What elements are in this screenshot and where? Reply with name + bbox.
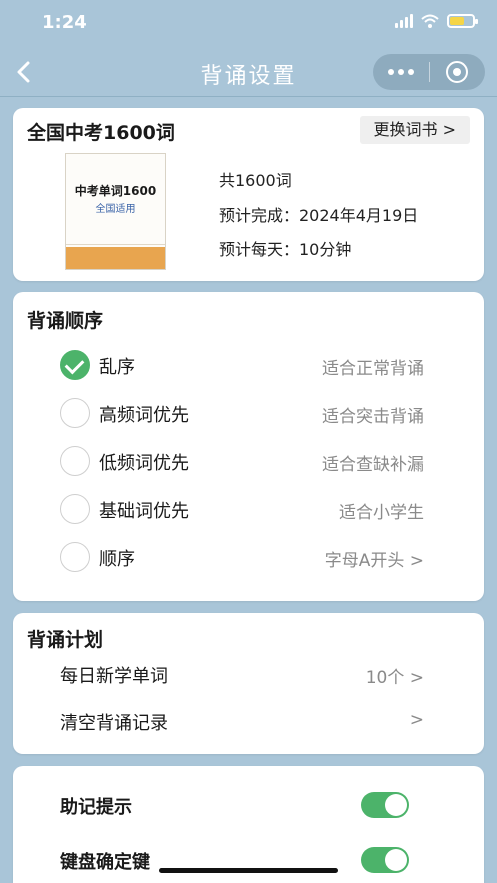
enter-key-label: 键盘确定键 <box>60 852 150 873</box>
option-label: 顺序 <box>99 549 135 570</box>
order-card: 背诵顺序 乱序 适合正常背诵 高频词优先 适合突击背诵 低频词优先 适合查缺补漏… <box>13 292 484 601</box>
toggle-card: 助记提示 键盘确定键 <box>13 766 484 883</box>
mnemonic-row: 助记提示 <box>13 788 484 824</box>
more-icon[interactable] <box>373 69 429 75</box>
enter-key-row: 键盘确定键 <box>13 843 484 879</box>
option-label: 低频词优先 <box>99 453 189 474</box>
mnemonic-label: 助记提示 <box>60 797 132 818</box>
cover-line <box>66 244 165 245</box>
book-finish-date: 预计完成：2024年4月19日 <box>219 206 419 225</box>
battery-icon <box>447 14 478 28</box>
option-random[interactable]: 乱序 适合正常背诵 <box>13 345 484 385</box>
daily-new-words-value: 10个 > <box>365 668 424 688</box>
clear-records-row[interactable]: 清空背诵记录 > <box>13 703 484 739</box>
toggle-knob <box>385 794 407 816</box>
option-desc: 适合查缺补漏 <box>322 455 424 475</box>
nav-bar: 背诵设置 <box>0 48 497 96</box>
option-desc: 适合小学生 <box>339 503 424 523</box>
option-high-frequency[interactable]: 高频词优先 适合突击背诵 <box>13 393 484 433</box>
nav-divider <box>0 96 497 97</box>
cover-band <box>66 247 165 269</box>
status-time: 1:24 <box>42 12 87 33</box>
book-cover: 中考单词1600 全国适用 <box>65 153 166 270</box>
option-low-frequency[interactable]: 低频词优先 适合查缺补漏 <box>13 441 484 481</box>
change-book-button[interactable]: 更换词书 > <box>359 116 470 144</box>
option-desc: 适合正常背诵 <box>322 359 424 379</box>
close-target-icon[interactable] <box>429 61 485 83</box>
cover-title: 中考单词1600 <box>74 184 157 198</box>
clear-records-label: 清空背诵记录 <box>60 713 168 734</box>
plan-title: 背诵计划 <box>27 629 104 651</box>
toggle-knob <box>385 849 407 871</box>
signal-icon <box>395 14 413 28</box>
chevron-right-icon: > <box>409 710 424 730</box>
radio-icon[interactable] <box>60 398 90 428</box>
book-card: 全国中考1600词 更换词书 > 中考单词1600 全国适用 共1600词 预计… <box>13 108 484 281</box>
option-label: 基础词优先 <box>99 501 189 522</box>
option-sequential[interactable]: 顺序 字母A开头 > <box>13 537 484 577</box>
cover-subtitle: 全国适用 <box>95 204 136 215</box>
enter-key-toggle[interactable] <box>361 847 409 873</box>
home-indicator[interactable] <box>159 868 338 873</box>
order-title: 背诵顺序 <box>27 310 104 332</box>
option-desc: 适合突击背诵 <box>322 407 424 427</box>
option-desc[interactable]: 字母A开头 > <box>325 546 424 571</box>
radio-icon[interactable] <box>60 494 90 524</box>
radio-icon[interactable] <box>60 446 90 476</box>
mnemonic-toggle[interactable] <box>361 792 409 818</box>
book-name: 全国中考1600词 <box>27 122 175 144</box>
daily-new-words-label: 每日新学单词 <box>60 666 168 687</box>
option-basic[interactable]: 基础词优先 适合小学生 <box>13 489 484 529</box>
status-bar: 1:24 <box>0 0 497 48</box>
wifi-icon <box>421 14 439 28</box>
mini-program-capsule <box>373 54 485 90</box>
option-label: 高频词优先 <box>99 405 189 426</box>
status-icons <box>395 14 478 28</box>
option-label: 乱序 <box>99 357 135 378</box>
plan-card: 背诵计划 每日新学单词 10个 > 清空背诵记录 > <box>13 613 484 754</box>
book-daily-time: 预计每天：10分钟 <box>219 240 352 259</box>
radio-icon[interactable] <box>60 542 90 572</box>
book-total: 共1600词 <box>219 171 292 190</box>
radio-checked-icon[interactable] <box>60 350 90 380</box>
daily-new-words-row[interactable]: 每日新学单词 10个 > <box>13 656 484 692</box>
